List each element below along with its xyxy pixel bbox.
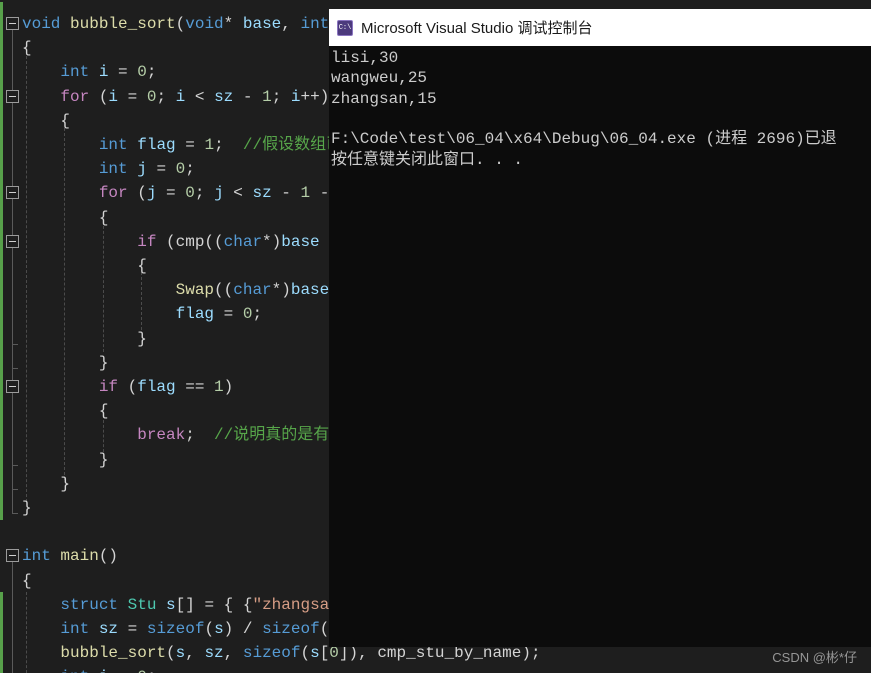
- console-output-line: 按任意键关闭此窗口. . .: [331, 150, 524, 169]
- code-text: {: [22, 208, 109, 227]
- console-output: lisi,30 wangweu,25 zhangsan,15 F:\Code\test…: [329, 46, 871, 647]
- fold-toggle-icon[interactable]: [6, 89, 19, 103]
- code-text: {: [22, 111, 71, 130]
- minus-glyph: [9, 386, 16, 387]
- code-text: {: [22, 39, 32, 58]
- code-text: int main(): [22, 547, 119, 566]
- console-output-line: zhangsan,15: [331, 89, 437, 108]
- code-text: }: [22, 499, 32, 517]
- fold-toggle-icon[interactable]: [6, 186, 19, 200]
- fold-toggle-icon[interactable]: [6, 234, 19, 248]
- code-line[interactable]: int i = 0;: [0, 665, 871, 673]
- fold-toggle-icon[interactable]: [6, 549, 19, 563]
- code-text: }: [22, 329, 147, 348]
- code-text: {: [22, 257, 147, 275]
- console-output-line: F:\Code\test\06_04\x64\Debug\06_04.exe (…: [331, 130, 837, 149]
- console-output-line: lisi,30: [331, 49, 399, 67]
- minus-glyph: [9, 555, 16, 557]
- csdn-watermark: CSDN @彬*仔: [772, 650, 857, 665]
- code-text: }: [22, 474, 71, 493]
- code-text: break; //说明真的是有序的: [137, 426, 362, 445]
- code-text: int i = 0;: [60, 63, 157, 82]
- minus-glyph: [9, 240, 16, 242]
- code-text: for (i = 0; i < sz - 1; i++): [60, 87, 330, 106]
- console-output-line: wangweu,25: [331, 69, 428, 88]
- code-text: int i = 0;: [22, 665, 156, 673]
- code-text: }: [22, 353, 109, 372]
- screen: void bubble_sort(void* base, int sz, int…: [0, 0, 871, 673]
- debug-console-window[interactable]: C:\ Microsoft Visual Studio 调试控制台 lisi,3…: [329, 9, 871, 647]
- code-text: int j = 0;: [98, 160, 195, 179]
- console-title: Microsoft Visual Studio 调试控制台: [361, 20, 593, 37]
- minus-glyph: [9, 23, 16, 24]
- minus-glyph: [9, 95, 16, 97]
- code-text: {: [22, 571, 32, 590]
- code-text: }: [22, 450, 109, 469]
- code-text: if (flag == 1): [98, 378, 234, 396]
- code-text: flag = 0;: [175, 305, 263, 324]
- console-titlebar[interactable]: C:\ Microsoft Visual Studio 调试控制台: [329, 9, 871, 46]
- fold-toggle-icon[interactable]: [6, 17, 19, 30]
- fold-toggle-icon[interactable]: [6, 380, 19, 393]
- minus-glyph: [9, 192, 16, 194]
- code-text: {: [22, 402, 109, 421]
- console-icon[interactable]: C:\: [337, 19, 353, 36]
